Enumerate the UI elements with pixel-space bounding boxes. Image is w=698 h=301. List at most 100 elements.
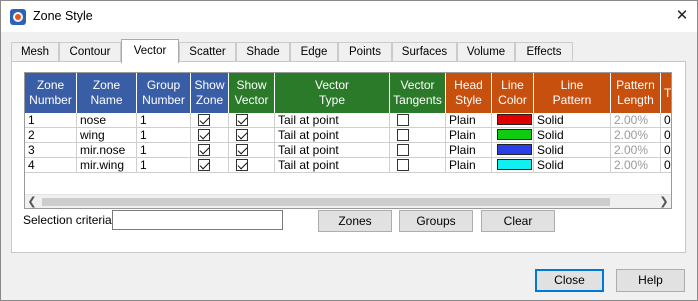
cell-show-zone[interactable] [191,113,229,128]
cell-thickness[interactable]: 0.1 [661,113,671,128]
tab-points[interactable]: Points [338,42,392,62]
show-vector-checkbox[interactable] [236,159,248,171]
header-zone-number[interactable]: Zone Number [25,73,77,113]
cell-vector-tangents[interactable] [390,128,446,143]
cell-line-pattern[interactable]: Solid [534,128,611,143]
zones-button[interactable]: Zones [318,210,392,232]
cell-line-color[interactable] [492,128,534,143]
help-button[interactable]: Help [616,269,685,292]
cell-show-vector[interactable] [229,143,275,158]
header-thickness[interactable]: Th [661,73,671,113]
tab-effects[interactable]: Effects [515,42,573,62]
tangents-checkbox[interactable] [397,114,409,126]
arrow-right-icon[interactable]: ❯ [657,195,671,208]
cell-group-number[interactable]: 1 [137,128,191,143]
header-show-zone[interactable]: Show Zone [191,73,229,113]
cell-show-zone[interactable] [191,143,229,158]
cell-zone-number[interactable]: 1 [25,113,77,128]
cell-show-vector[interactable] [229,113,275,128]
header-group-number[interactable]: Group Number [137,73,191,113]
cell-show-vector[interactable] [229,128,275,143]
header-vector-type[interactable]: Vector Type [275,73,390,113]
cell-head-style[interactable]: Plain [446,128,492,143]
tab-mesh[interactable]: Mesh [11,42,59,62]
header-line-pattern[interactable]: Line Pattern [534,73,611,113]
tab-scatter[interactable]: Scatter [179,42,236,62]
cell-zone-number[interactable]: 4 [25,158,77,173]
cell-line-color[interactable] [492,158,534,173]
clear-button[interactable]: Clear [481,210,555,232]
show-zone-checkbox[interactable] [198,114,210,126]
tab-volume[interactable]: Volume [457,42,515,62]
header-head-style[interactable]: Head Style [446,73,492,113]
color-swatch[interactable] [497,144,532,156]
cell-line-pattern[interactable]: Solid [534,143,611,158]
title-bar: Zone Style ✕ [1,1,697,32]
show-zone-checkbox[interactable] [198,129,210,141]
show-zone-checkbox[interactable] [198,159,210,171]
window-title: Zone Style [33,9,93,23]
header-zone-name[interactable]: Zone Name [77,73,137,113]
cell-line-color[interactable] [492,113,534,128]
show-vector-checkbox[interactable] [236,129,248,141]
cell-vector-type[interactable]: Tail at point [275,113,390,128]
cell-pattern-length[interactable]: 2.00% [611,158,661,173]
close-icon[interactable]: ✕ [669,4,695,28]
cell-pattern-length[interactable]: 2.00% [611,113,661,128]
cell-zone-number[interactable]: 3 [25,143,77,158]
tab-contour[interactable]: Contour [59,42,121,62]
cell-zone-number[interactable]: 2 [25,128,77,143]
cell-line-color[interactable] [492,143,534,158]
color-swatch[interactable] [497,129,532,141]
cell-vector-type[interactable]: Tail at point [275,143,390,158]
cell-vector-tangents[interactable] [390,143,446,158]
cell-head-style[interactable]: Plain [446,113,492,128]
cell-group-number[interactable]: 1 [137,158,191,173]
cell-zone-name[interactable]: mir.wing [77,158,137,173]
selection-criteria-input[interactable] [112,210,283,230]
show-vector-checkbox[interactable] [236,144,248,156]
cell-zone-name[interactable]: wing [77,128,137,143]
tangents-checkbox[interactable] [397,144,409,156]
tangents-checkbox[interactable] [397,159,409,171]
arrow-left-icon[interactable]: ❮ [25,195,39,208]
cell-thickness[interactable]: 0.1 [661,128,671,143]
cell-line-pattern[interactable]: Solid [534,113,611,128]
cell-group-number[interactable]: 1 [137,113,191,128]
cell-thickness[interactable]: 0.1 [661,143,671,158]
groups-button[interactable]: Groups [399,210,473,232]
show-vector-checkbox[interactable] [236,114,248,126]
cell-vector-type[interactable]: Tail at point [275,158,390,173]
cell-vector-tangents[interactable] [390,113,446,128]
cell-thickness[interactable]: 0.1 [661,158,671,173]
tab-vector[interactable]: Vector [121,39,179,63]
header-vector-tangents[interactable]: Vector Tangents [390,73,446,113]
color-swatch[interactable] [497,114,532,126]
cell-line-pattern[interactable]: Solid [534,158,611,173]
scrollbar-thumb[interactable] [42,198,610,206]
tangents-checkbox[interactable] [397,129,409,141]
tab-surfaces[interactable]: Surfaces [392,42,457,62]
cell-zone-name[interactable]: mir.nose [77,143,137,158]
cell-show-zone[interactable] [191,128,229,143]
tab-edge[interactable]: Edge [290,42,338,62]
cell-vector-type[interactable]: Tail at point [275,128,390,143]
cell-vector-tangents[interactable] [390,158,446,173]
show-zone-checkbox[interactable] [198,144,210,156]
cell-show-zone[interactable] [191,158,229,173]
close-button[interactable]: Close [535,269,604,292]
cell-pattern-length[interactable]: 2.00% [611,128,661,143]
tab-shade[interactable]: Shade [236,42,290,62]
header-line-color[interactable]: Line Color [492,73,534,113]
header-pattern-length[interactable]: Pattern Length [611,73,661,113]
cell-head-style[interactable]: Plain [446,158,492,173]
zone-grid[interactable]: Zone Number Zone Name Group Number Show Zone… [24,72,672,209]
horizontal-scrollbar[interactable]: ❮ ❯ [25,194,671,208]
cell-pattern-length[interactable]: 2.00% [611,143,661,158]
cell-head-style[interactable]: Plain [446,143,492,158]
cell-show-vector[interactable] [229,158,275,173]
header-show-vector[interactable]: Show Vector [229,73,275,113]
cell-group-number[interactable]: 1 [137,143,191,158]
color-swatch[interactable] [497,159,532,171]
cell-zone-name[interactable]: nose [77,113,137,128]
